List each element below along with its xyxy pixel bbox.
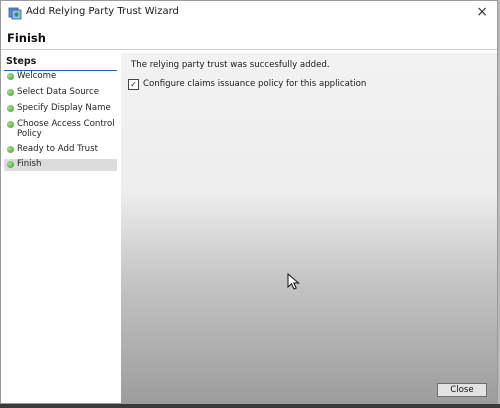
- step-label: Specify Display Name: [17, 103, 111, 113]
- step-label: Ready to Add Trust: [17, 144, 98, 154]
- green-dot-icon: [7, 73, 14, 80]
- steps-title: Steps: [6, 56, 37, 67]
- page-title: Finish: [7, 31, 46, 45]
- title-bar[interactable]: Add Relying Party Trust Wizard ×: [1, 1, 497, 25]
- checkbox-label: Configure claims issuance policy for thi…: [143, 79, 367, 89]
- green-dot-icon: [7, 105, 14, 112]
- step-finish[interactable]: Finish: [4, 159, 117, 171]
- step-label: Select Data Source: [17, 87, 100, 97]
- wizard-window: Add Relying Party Trust Wizard × Finish …: [0, 0, 498, 404]
- configure-claims-checkbox[interactable]: ✓: [128, 79, 139, 90]
- mouse-pointer-icon: [287, 273, 300, 290]
- step-label: Finish: [17, 159, 42, 169]
- step-label: Choose Access Control Policy: [17, 119, 115, 139]
- step-label: Welcome: [17, 71, 57, 81]
- success-message: The relying party trust was succesfully …: [131, 60, 330, 70]
- green-dot-icon: [7, 121, 14, 128]
- taskbar-edge: [0, 404, 500, 408]
- header-divider: [1, 49, 497, 50]
- close-button[interactable]: Close: [437, 383, 487, 397]
- close-window-icon[interactable]: ×: [476, 4, 488, 20]
- green-dot-icon: [7, 161, 14, 168]
- steps-panel: Steps Welcome Select Data Source Specify…: [2, 53, 119, 403]
- green-dot-icon: [7, 89, 14, 96]
- adfs-wizard-icon: [8, 7, 22, 20]
- green-dot-icon: [7, 146, 14, 153]
- content-panel: The relying party trust was succesfully …: [121, 53, 497, 403]
- window-title: Add Relying Party Trust Wizard: [26, 6, 179, 17]
